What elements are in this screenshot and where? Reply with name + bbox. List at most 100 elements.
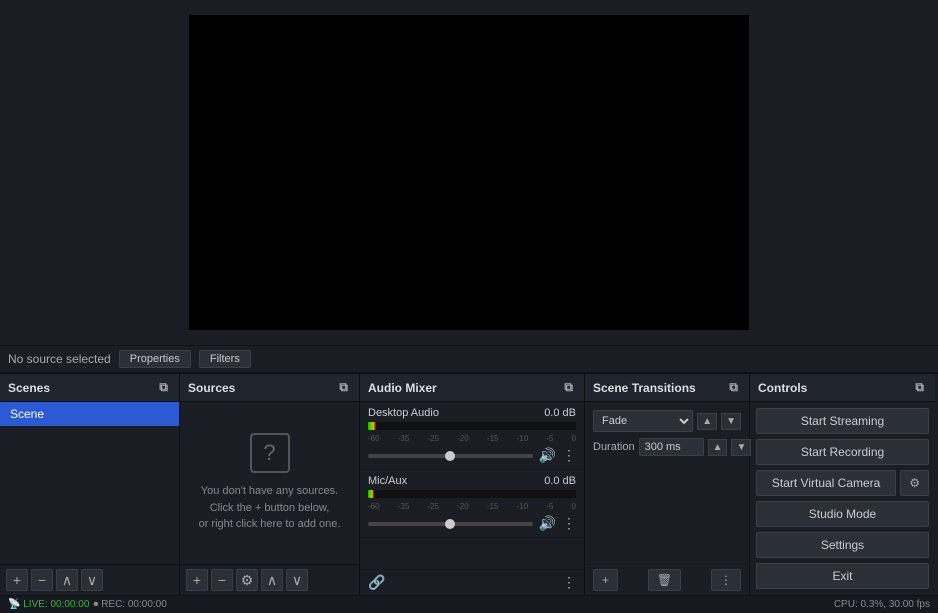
duration-input[interactable] — [639, 438, 704, 456]
controls-header-icons: ⧉ — [912, 379, 927, 396]
desktop-audio-db: 0.0 dB — [544, 407, 576, 419]
preview-area — [0, 0, 938, 345]
live-status: 📡 LIVE: 00:00:00 — [8, 599, 89, 610]
scenes-remove-button[interactable]: − — [31, 569, 53, 591]
transitions-content: Fade ▲ ▼ Duration ▲ ▼ — [585, 402, 749, 464]
duration-spin-up[interactable]: ▲ — [708, 439, 728, 456]
properties-button[interactable]: Properties — [119, 350, 191, 368]
sources-empty[interactable]: ? You don't have any sources. Click the … — [180, 402, 359, 564]
sources-maximize-icon[interactable]: ⧉ — [336, 379, 351, 396]
sources-panel: Sources ⧉ ? You don't have any sources. … — [180, 374, 360, 595]
transitions-footer: + 🗑 ⋮ — [585, 564, 749, 595]
scenes-up-button[interactable]: ∧ — [56, 569, 78, 591]
transitions-menu-button[interactable]: ⋮ — [711, 569, 741, 591]
mic-aux-mute-button[interactable]: 🔊 — [539, 515, 556, 532]
transitions-title: Scene Transitions — [593, 381, 696, 395]
mic-aux-ticks: -60 -35 -25 -20 -15 -10 -5 0 — [368, 502, 576, 511]
scene-item[interactable]: Scene — [0, 402, 179, 426]
sources-footer: + − ⚙ ∧ ∨ — [180, 564, 359, 595]
start-virtual-camera-button[interactable]: Start Virtual Camera — [756, 470, 896, 496]
mic-aux-volume-slider[interactable] — [368, 522, 533, 526]
transitions-header-icons: ⧉ — [726, 379, 741, 396]
live-time: LIVE: 00:00:00 — [23, 599, 89, 610]
sources-down-button[interactable]: ∨ — [286, 569, 308, 591]
mic-aux-bar — [368, 490, 374, 498]
desktop-audio-volume-slider[interactable] — [368, 454, 533, 458]
rec-status: ⏺ REC: 00:00:00 — [93, 599, 166, 610]
scenes-footer: + − ∧ ∨ — [0, 564, 179, 595]
sources-header-icons: ⧉ — [336, 379, 351, 396]
duration-spin-down[interactable]: ▼ — [731, 439, 751, 456]
audio-maximize-icon[interactable]: ⧉ — [561, 379, 576, 396]
fade-spin-up[interactable]: ▲ — [697, 413, 717, 430]
scenes-header-icons: ⧉ — [156, 379, 171, 396]
duration-row: Duration ▲ ▼ — [593, 438, 741, 456]
status-bar: 📡 LIVE: 00:00:00 ⏺ REC: 00:00:00 CPU: 0.… — [0, 595, 938, 613]
desktop-audio-name: Desktop Audio — [368, 407, 439, 419]
sources-add-button[interactable]: + — [186, 569, 208, 591]
desktop-audio-channel: Desktop Audio 0.0 dB -60 -35 -25 -20 -15… — [360, 402, 584, 470]
sources-empty-text: You don't have any sources. Click the + … — [199, 483, 341, 533]
transitions-add-button[interactable]: + — [593, 569, 618, 591]
desktop-audio-ticks: -60 -35 -25 -20 -15 -10 -5 0 — [368, 434, 576, 443]
audio-footer: 🔗 ⋮ — [360, 569, 584, 595]
audio-add-button[interactable]: 🔗 — [368, 574, 385, 591]
duration-label: Duration — [593, 441, 635, 453]
scenes-down-button[interactable]: ∨ — [81, 569, 103, 591]
fade-select[interactable]: Fade — [593, 410, 693, 432]
fade-row: Fade ▲ ▼ — [593, 410, 741, 432]
controls-title: Controls — [758, 381, 807, 395]
mic-aux-menu-button[interactable]: ⋮ — [562, 515, 576, 532]
scenes-header: Scenes ⧉ — [0, 374, 179, 402]
source-bar: No source selected Properties Filters — [0, 345, 938, 373]
transitions-maximize-icon[interactable]: ⧉ — [726, 379, 741, 396]
sources-header: Sources ⧉ — [180, 374, 359, 402]
scenes-panel: Scenes ⧉ Scene + − ∧ ∨ — [0, 374, 180, 595]
desktop-audio-controls: 🔊 ⋮ — [368, 447, 576, 464]
preview-canvas — [189, 15, 749, 330]
desktop-audio-mute-button[interactable]: 🔊 — [539, 447, 556, 464]
no-source-label: No source selected — [8, 352, 111, 366]
desktop-audio-menu-button[interactable]: ⋮ — [562, 447, 576, 464]
desktop-audio-meter — [368, 422, 576, 430]
status-right: CPU: 0.3%, 30.00 fps — [834, 599, 930, 610]
transitions-header: Scene Transitions ⧉ — [585, 374, 749, 402]
start-recording-button[interactable]: Start Recording — [756, 439, 929, 465]
sources-remove-button[interactable]: − — [211, 569, 233, 591]
sources-title: Sources — [188, 381, 235, 395]
filters-button[interactable]: Filters — [199, 350, 251, 368]
transitions-delete-button[interactable]: 🗑 — [648, 569, 681, 591]
audio-settings-button[interactable]: ⋮ — [562, 574, 576, 591]
studio-mode-button[interactable]: Studio Mode — [756, 501, 929, 527]
mic-aux-controls: 🔊 ⋮ — [368, 515, 576, 532]
desktop-audio-bar — [368, 422, 376, 430]
question-mark-icon: ? — [250, 433, 290, 473]
start-streaming-button[interactable]: Start Streaming — [756, 408, 929, 434]
scenes-add-button[interactable]: + — [6, 569, 28, 591]
controls-header: Controls ⧉ — [750, 374, 935, 402]
rec-time: REC: 00:00:00 — [101, 599, 167, 610]
audio-mixer-header: Audio Mixer ⧉ — [360, 374, 584, 402]
live-icon: 📡 — [8, 599, 23, 610]
fade-spin-down[interactable]: ▼ — [721, 413, 741, 430]
controls-content: Start Streaming Start Recording Start Vi… — [750, 402, 935, 595]
mic-aux-name: Mic/Aux — [368, 475, 407, 487]
mic-aux-db: 0.0 dB — [544, 475, 576, 487]
settings-button[interactable]: Settings — [756, 532, 929, 558]
mic-aux-meter — [368, 490, 576, 498]
controls-maximize-icon[interactable]: ⧉ — [912, 379, 927, 396]
virtual-camera-settings-button[interactable]: ⚙ — [900, 470, 929, 496]
panels-row: Scenes ⧉ Scene + − ∧ ∨ Sources ⧉ ? You d — [0, 373, 938, 595]
sources-settings-button[interactable]: ⚙ — [236, 569, 258, 591]
mic-aux-header: Mic/Aux 0.0 dB — [368, 475, 576, 487]
transitions-panel: Scene Transitions ⧉ Fade ▲ ▼ Duration ▲ … — [585, 374, 750, 595]
controls-panel: Controls ⧉ Start Streaming Start Recordi… — [750, 374, 935, 595]
sources-up-button[interactable]: ∧ — [261, 569, 283, 591]
status-left: 📡 LIVE: 00:00:00 ⏺ REC: 00:00:00 — [8, 599, 167, 610]
virtual-camera-row: Start Virtual Camera ⚙ — [756, 470, 929, 496]
exit-button[interactable]: Exit — [756, 563, 929, 589]
audio-header-icons: ⧉ — [561, 379, 576, 396]
scenes-maximize-icon[interactable]: ⧉ — [156, 379, 171, 396]
cpu-status: CPU: 0.3%, 30.00 fps — [834, 599, 930, 610]
scenes-title: Scenes — [8, 381, 50, 395]
